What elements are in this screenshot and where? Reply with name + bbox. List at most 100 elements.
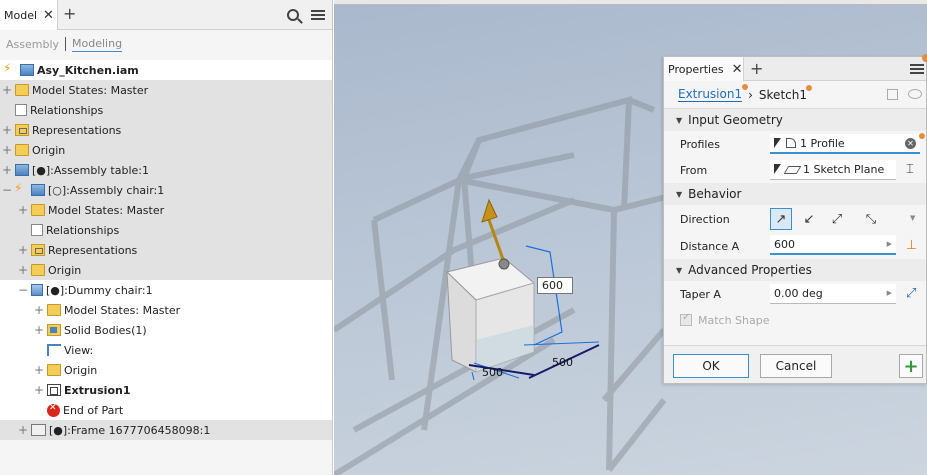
direction-arrow-head[interactable]: [481, 198, 498, 223]
tree-row-model-states[interactable]: + Model States: Master: [0, 80, 332, 100]
frame-icon: [31, 424, 46, 436]
direction-asymmetric-button[interactable]: ⤡: [860, 208, 882, 230]
menu-icon[interactable]: [311, 10, 325, 20]
status-dot-icon: [922, 54, 927, 62]
mode-modeling[interactable]: Modeling: [72, 37, 123, 52]
expand-icon[interactable]: +: [18, 263, 28, 277]
breadcrumb-sketch1[interactable]: Sketch1: [759, 84, 812, 102]
tree-row-origin[interactable]: + Origin: [0, 140, 332, 160]
chevron-right-icon[interactable]: ▶: [887, 240, 892, 248]
section-advanced-properties[interactable]: ▼ Advanced Properties: [664, 259, 926, 281]
tree-label: Asy_Kitchen.iam: [37, 63, 139, 77]
tree-row-extrusion1[interactable]: + Extrusion1: [0, 380, 332, 400]
distance-flip-icon[interactable]: ⊥: [906, 238, 917, 253]
extrusion-icon: [47, 384, 61, 396]
taper-a-input[interactable]: 0.00 deg ▶: [770, 284, 896, 304]
chevron-down-icon[interactable]: ▼: [910, 214, 915, 222]
tree-row-representations[interactable]: + Representations: [0, 120, 332, 140]
tab-properties[interactable]: Properties ✕: [664, 57, 744, 81]
direction-default-button[interactable]: ↗: [770, 208, 792, 230]
tab-model[interactable]: Model ✕: [0, 0, 58, 30]
cancel-button[interactable]: Cancel: [760, 354, 832, 378]
tab-model-label: Model: [4, 8, 38, 22]
width-dimension-label[interactable]: 500: [482, 366, 503, 379]
direction-label: Direction: [680, 212, 730, 226]
profiles-selector[interactable]: 1 Profile ✕: [770, 134, 920, 154]
tree-row-chair-representations[interactable]: + Representations: [0, 240, 332, 260]
tree-label: Origin: [32, 143, 66, 157]
distance-a-input[interactable]: 600 ▶: [770, 235, 896, 255]
tree-row-end-of-part[interactable]: End of Part: [0, 400, 332, 420]
tree-row-view[interactable]: View:: [0, 340, 332, 360]
tree-row-dummy-origin[interactable]: + Origin: [0, 360, 332, 380]
direction-flipped-button[interactable]: ↙: [798, 208, 820, 230]
arrow-handle[interactable]: [498, 258, 510, 270]
collapse-triangle-icon: ▼: [676, 265, 683, 275]
taper-flip-icon[interactable]: ⤢: [906, 286, 916, 301]
collapse-triangle-icon: ▼: [676, 115, 683, 125]
tree-row-solid-bodies[interactable]: + Solid Bodies(1): [0, 320, 332, 340]
lightning-icon: [14, 181, 25, 196]
tree-row-assembly-table[interactable]: + [●]:Assembly table:1: [0, 160, 332, 180]
tree-label: Representations: [48, 243, 138, 257]
expand-icon[interactable]: +: [18, 243, 28, 257]
tree-label: [●]:Dummy chair:1: [46, 283, 153, 297]
tree-row-relationships[interactable]: Relationships: [0, 100, 332, 120]
expand-icon[interactable]: +: [2, 143, 12, 157]
tree-row-assembly-chair[interactable]: − [○]:Assembly chair:1: [0, 180, 332, 200]
height-dimension-input[interactable]: 600: [537, 277, 573, 294]
tree-label: Model States: Master: [48, 203, 165, 217]
tree-row-asy-kitchen[interactable]: Asy_Kitchen.iam: [0, 60, 332, 80]
expand-icon[interactable]: +: [34, 363, 44, 377]
tree-row-chair-relationships[interactable]: Relationships: [0, 220, 332, 240]
section-input-geometry[interactable]: ▼ Input Geometry: [664, 109, 926, 131]
chevron-right-icon[interactable]: ▶: [887, 289, 892, 297]
taper-a-value: 0.00 deg: [774, 287, 823, 300]
tree-row-chair-model-states[interactable]: + Model States: Master: [0, 200, 332, 220]
from-options-icon[interactable]: ⌶: [906, 162, 914, 177]
expand-icon[interactable]: +: [34, 383, 44, 397]
tree-row-dummy-chair[interactable]: − [●]:Dummy chair:1: [0, 280, 332, 300]
expand-icon[interactable]: +: [2, 163, 12, 177]
expand-icon[interactable]: +: [18, 203, 28, 217]
close-icon[interactable]: ✕: [43, 9, 54, 22]
ok-button[interactable]: OK: [673, 354, 749, 378]
add-tab-icon[interactable]: +: [63, 6, 76, 22]
row-match-shape: Match Shape: [664, 307, 926, 333]
search-icon[interactable]: [287, 9, 299, 21]
panel-menu-icon[interactable]: [910, 64, 924, 74]
close-icon[interactable]: ✕: [732, 63, 743, 76]
copy-icon[interactable]: [887, 89, 898, 100]
breadcrumb-feature-label: Extrusion1: [678, 87, 743, 101]
expand-icon[interactable]: +: [18, 423, 28, 437]
add-tab-icon[interactable]: +: [750, 59, 763, 78]
breadcrumb-extrusion1[interactable]: Extrusion1: [678, 84, 749, 102]
expand-icon[interactable]: +: [34, 303, 44, 317]
expand-icon[interactable]: +: [34, 323, 44, 337]
match-shape-checkbox[interactable]: [680, 312, 692, 326]
model-tree: Asy_Kitchen.iam + Model States: Master R…: [0, 60, 332, 440]
section-title: Behavior: [688, 187, 742, 201]
depth-dimension-label[interactable]: 500: [552, 356, 573, 369]
direction-symmetric-button[interactable]: ⤢: [826, 208, 848, 230]
collapse-icon[interactable]: −: [18, 283, 28, 297]
tree-row-frame[interactable]: + [●]:Frame 1677706458098:1: [0, 420, 332, 440]
section-behavior[interactable]: ▼ Behavior: [664, 183, 926, 205]
tree-row-chair-origin[interactable]: + Origin: [0, 260, 332, 280]
expand-icon[interactable]: +: [2, 123, 12, 137]
eye-icon[interactable]: [908, 89, 922, 99]
collapse-icon[interactable]: −: [2, 183, 12, 197]
from-selector[interactable]: 1 Sketch Plane: [770, 160, 896, 180]
tab-properties-label: Properties: [668, 62, 724, 76]
folder-icon: [47, 364, 61, 376]
apply-plus-button[interactable]: +: [899, 354, 923, 378]
tree-row-dummy-model-states[interactable]: + Model States: Master: [0, 300, 332, 320]
mode-assembly[interactable]: Assembly: [6, 38, 59, 51]
direction-arrow-shaft[interactable]: [487, 219, 506, 263]
expand-icon[interactable]: +: [2, 83, 12, 97]
row-distance-a: Distance A 600 ▶ ⊥: [664, 233, 926, 259]
tree-label: [○]:Assembly chair:1: [48, 183, 165, 197]
clear-icon[interactable]: ✕: [905, 138, 916, 149]
mode-separator: [65, 37, 67, 51]
profiles-value: 1 Profile: [800, 136, 845, 150]
